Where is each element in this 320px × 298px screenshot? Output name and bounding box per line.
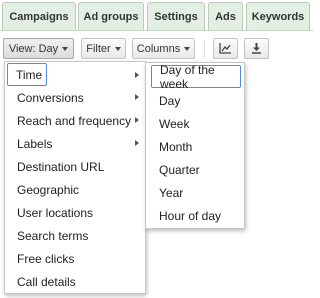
chart-toggle-button[interactable] xyxy=(213,38,238,59)
menu-item-label: Reach and frequency xyxy=(17,113,132,128)
columns-button-label: Columns xyxy=(136,42,181,55)
tab-ads[interactable]: Ads xyxy=(208,2,243,30)
submenu-item-day-of-week[interactable]: Day of the week xyxy=(151,62,241,91)
view-button[interactable]: View: Day xyxy=(3,38,74,59)
time-submenu: Day of the week Day Week Month Quarter Y… xyxy=(145,62,245,229)
chevron-down-icon xyxy=(184,46,191,51)
download-icon xyxy=(252,43,261,54)
menu-item-labels[interactable]: Labels xyxy=(5,132,145,155)
menu-item-time[interactable]: Time xyxy=(7,63,47,86)
menu-item-label: Time xyxy=(16,67,43,82)
submenu-item-label: Day of the week xyxy=(160,62,215,91)
segment-menu: Time Conversions Reach and frequency Lab… xyxy=(4,61,146,294)
menu-item-label: Call details xyxy=(17,274,76,289)
menu-item-label: Geographic xyxy=(17,182,80,197)
submenu-item-month[interactable]: Month xyxy=(146,135,244,158)
menu-item-geographic[interactable]: Geographic xyxy=(5,178,145,201)
line-chart-icon xyxy=(219,43,231,54)
chevron-right-icon xyxy=(135,72,139,78)
chevron-right-icon xyxy=(135,140,139,146)
tab-divider xyxy=(0,30,313,31)
submenu-item-label: Month xyxy=(159,139,193,154)
submenu-item-day[interactable]: Day xyxy=(146,89,244,112)
menu-item-conversions[interactable]: Conversions xyxy=(5,86,145,109)
chevron-down-icon xyxy=(62,46,69,51)
menu-item-label: Free clicks xyxy=(17,251,75,266)
menu-item-destination-url[interactable]: Destination URL xyxy=(5,155,145,178)
columns-button[interactable]: Columns xyxy=(132,38,195,59)
chevron-right-icon xyxy=(135,94,139,100)
menu-item-free-clicks[interactable]: Free clicks xyxy=(5,247,145,270)
menu-item-label: Conversions xyxy=(17,90,84,105)
submenu-item-label: Day xyxy=(159,93,181,108)
submenu-item-week[interactable]: Week xyxy=(146,112,244,135)
submenu-item-label: Year xyxy=(159,185,184,200)
chevron-right-icon xyxy=(135,117,139,123)
submenu-item-year[interactable]: Year xyxy=(146,181,244,204)
menu-item-user-locations[interactable]: User locations xyxy=(5,201,145,224)
submenu-item-label: Hour of day xyxy=(159,208,222,223)
view-button-label: View: Day xyxy=(8,42,59,55)
menu-item-label: User locations xyxy=(17,205,94,220)
submenu-item-quarter[interactable]: Quarter xyxy=(146,158,244,181)
submenu-item-label: Quarter xyxy=(159,162,200,177)
menu-item-label: Destination URL xyxy=(17,159,105,174)
tab-settings[interactable]: Settings xyxy=(147,2,205,30)
filter-button[interactable]: Filter xyxy=(81,38,126,59)
menu-item-label: Search terms xyxy=(17,228,89,243)
chevron-down-icon xyxy=(114,46,121,51)
menu-item-call-details[interactable]: Call details xyxy=(5,270,145,293)
filter-button-label: Filter xyxy=(86,42,111,55)
tab-keywords[interactable]: Keywords xyxy=(246,2,310,30)
tab-campaigns[interactable]: Campaigns xyxy=(2,2,76,30)
menu-item-reach-frequency[interactable]: Reach and frequency xyxy=(5,109,145,132)
menu-item-label: Labels xyxy=(17,136,53,151)
tab-strip: Campaigns Ad groups Settings Ads Keyword… xyxy=(0,0,313,34)
toolbar-divider xyxy=(204,40,205,58)
submenu-item-label: Week xyxy=(159,116,190,131)
menu-item-search-terms[interactable]: Search terms xyxy=(5,224,145,247)
tab-ad-groups[interactable]: Ad groups xyxy=(78,2,144,30)
submenu-item-hour-of-day[interactable]: Hour of day xyxy=(146,204,244,227)
download-button[interactable] xyxy=(244,38,269,59)
